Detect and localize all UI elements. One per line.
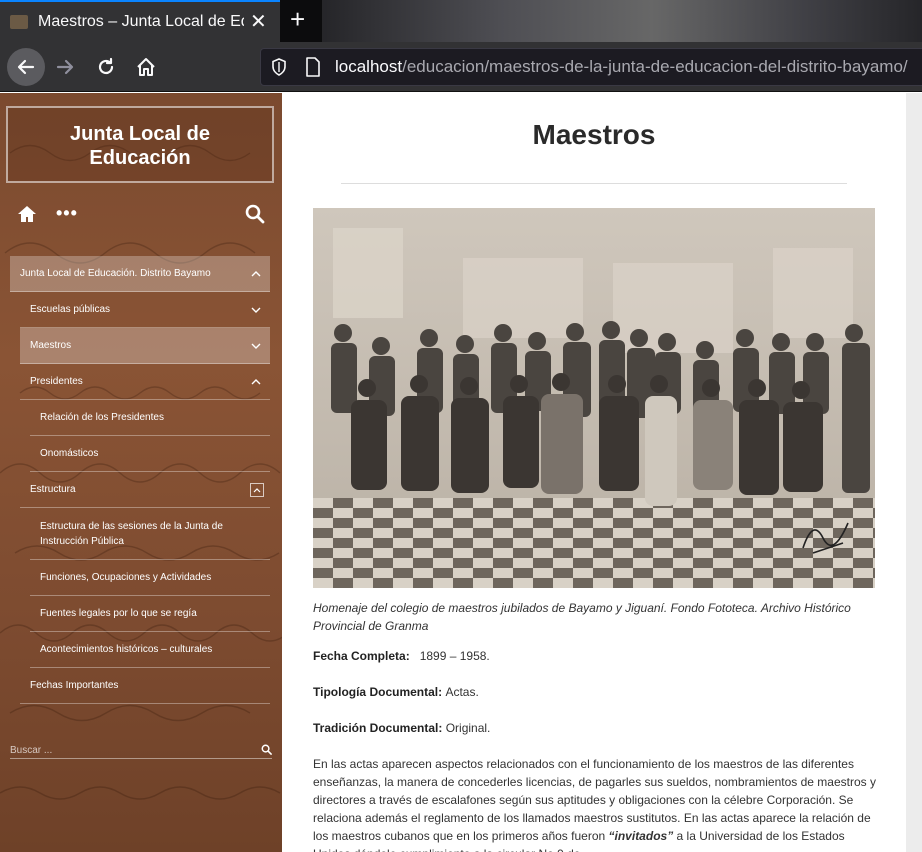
menu-item-label: Junta Local de Educación. Distrito Bayam…: [20, 268, 211, 279]
menu-item-estructura-sesiones[interactable]: Estructura de las sesiones de la Junta d…: [30, 508, 270, 560]
fecha-field: Fecha Completa: 1899 – 1958.: [313, 649, 490, 663]
tradicion-label: Tradición Documental:: [313, 721, 443, 735]
tipologia-value: Actas.: [445, 685, 479, 699]
paragraph-emphasis: “invitados”: [608, 829, 674, 843]
search-input[interactable]: [10, 743, 250, 758]
historical-photo[interactable]: [313, 208, 875, 588]
menu-item-label: Estructura: [30, 484, 76, 495]
menu-item-estructura[interactable]: Estructura: [20, 472, 270, 508]
page-icon: [306, 57, 320, 77]
menu-item-onomasticos[interactable]: Onomásticos: [30, 436, 270, 472]
home-icon: [137, 58, 155, 76]
submenu-toggle[interactable]: [250, 483, 264, 497]
back-button[interactable]: [7, 48, 45, 86]
menu-item-label: Relación de los Presidentes: [40, 412, 164, 423]
menu-item-label: Onomásticos: [40, 448, 99, 459]
menu-item-label: Maestros: [30, 340, 72, 351]
url-text[interactable]: localhost/educacion/maestros-de-la-junta…: [335, 57, 908, 77]
browser-tab-bar: Maestros – Junta Local de Educación. Dis…: [0, 0, 922, 42]
menu-item-label: Presidentes: [30, 376, 83, 387]
sidebar-search: [10, 743, 272, 759]
page-title: Maestros: [532, 119, 656, 150]
home-button[interactable]: [129, 50, 163, 84]
back-arrow-icon: [17, 59, 35, 75]
menu-item-presidentes[interactable]: Presidentes: [20, 364, 270, 400]
menu-item-label: Fechas Importantes: [30, 680, 119, 691]
menu-item-escuelas-publicas[interactable]: Escuelas públicas: [20, 292, 270, 328]
forward-arrow-icon: [56, 59, 74, 75]
tab-bar-background: [322, 0, 922, 42]
tipologia-field: Tipología Documental: Actas.: [313, 685, 479, 699]
menu-item-junta-local[interactable]: Junta Local de Educación. Distrito Bayam…: [10, 256, 270, 292]
favicon-icon: [10, 15, 28, 29]
menu-item-maestros[interactable]: Maestros: [20, 328, 270, 364]
chevron-up-icon: [253, 488, 261, 493]
tab-title: Maestros – Junta Local de Educación. Dis…: [38, 13, 244, 30]
url-bar[interactable]: localhost/educacion/maestros-de-la-junta…: [260, 48, 922, 86]
menu-item-label: Funciones, Ocupaciones y Actividades: [40, 572, 212, 583]
reload-icon: [98, 57, 114, 75]
reload-button[interactable]: [89, 50, 123, 84]
url-path: /educacion/maestros-de-la-junta-de-educa…: [402, 57, 908, 76]
fecha-value: 1899 – 1958.: [419, 649, 490, 663]
url-host: localhost: [335, 57, 403, 76]
menu-item-label: Estructura de las sesiones de la Junta d…: [40, 520, 223, 547]
search-icon[interactable]: [245, 204, 265, 224]
search-icon[interactable]: [261, 744, 272, 755]
chevron-up-icon[interactable]: [250, 268, 262, 280]
menu-item-label: Acontecimientos históricos – culturales: [40, 644, 213, 655]
browser-tab[interactable]: Maestros – Junta Local de Educación. Dis…: [0, 0, 280, 42]
menu-item-label: Fuentes legales por lo que se regía: [40, 608, 197, 619]
site-title-line-1: Junta Local de: [69, 123, 211, 145]
menu-item-label: Escuelas públicas: [30, 304, 111, 315]
shield-icon: [272, 58, 286, 76]
chevron-down-icon[interactable]: [250, 304, 262, 316]
menu-item-fuentes-legales[interactable]: Fuentes legales por lo que se regía: [30, 596, 270, 632]
home-icon[interactable]: [17, 205, 37, 223]
menu-item-acontecimientos[interactable]: Acontecimientos históricos – culturales: [30, 632, 270, 668]
tradicion-value: Original.: [445, 721, 491, 735]
new-tab-button[interactable]: +: [290, 4, 305, 35]
menu-item-relacion-presidentes[interactable]: Relación de los Presidentes: [30, 400, 270, 436]
menu-item-funciones[interactable]: Funciones, Ocupaciones y Actividades: [30, 560, 270, 596]
description-paragraph: En las actas aparecen aspectos relaciona…: [313, 755, 883, 852]
tradicion-field: Tradición Documental: Original.: [313, 721, 490, 735]
site-title[interactable]: Junta Local de Educación: [8, 122, 272, 170]
photo-caption: Homenaje del colegio de maestros jubilad…: [313, 601, 851, 633]
tab-close-icon[interactable]: ✕: [250, 9, 267, 34]
sidebar-icon-row: •••: [0, 203, 282, 227]
main-content: Maestros Homenaje del colegio de maestro…: [282, 93, 906, 852]
scrollbar-track[interactable]: [906, 93, 922, 852]
chevron-up-icon[interactable]: [250, 376, 262, 388]
title-divider: [341, 183, 847, 184]
tipologia-label: Tipología Documental:: [313, 685, 443, 699]
site-title-line-2: Educación: [89, 147, 191, 169]
chevron-down-icon[interactable]: [250, 340, 262, 352]
browser-nav-bar: localhost/educacion/maestros-de-la-junta…: [0, 42, 922, 92]
more-options-icon[interactable]: •••: [56, 203, 78, 224]
site-title-box[interactable]: Junta Local de Educación: [6, 106, 274, 183]
menu-item-fechas-importantes[interactable]: Fechas Importantes: [20, 668, 270, 704]
sidebar: Junta Local de Educación ••• Junta Local…: [0, 93, 282, 852]
fecha-label: Fecha Completa:: [313, 649, 410, 663]
forward-button[interactable]: [48, 50, 82, 84]
